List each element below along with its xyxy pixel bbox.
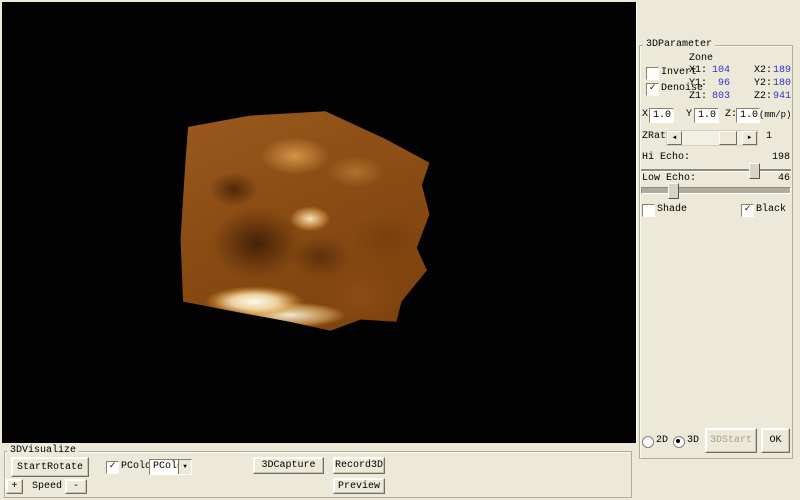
- start3d-button[interactable]: 3DStart: [705, 428, 757, 453]
- ultrasound-volume-render: [178, 109, 432, 333]
- zone-y2-value: 180: [763, 78, 791, 90]
- low-echo-slider[interactable]: [641, 183, 791, 197]
- capture3d-button[interactable]: 3DCapture: [253, 457, 324, 474]
- low-echo-thumb[interactable]: [668, 183, 679, 199]
- hi-echo-track[interactable]: [641, 169, 791, 172]
- record3d-button[interactable]: Record3D: [333, 457, 385, 474]
- zone-x2-value: 189: [763, 65, 791, 77]
- speed-plus-button[interactable]: +: [6, 479, 23, 494]
- preview-button[interactable]: Preview: [333, 478, 385, 494]
- zone-x1-value: 104: [702, 65, 730, 77]
- parameter-group-title: 3DParameter: [643, 39, 715, 51]
- shade-label: Shade: [657, 204, 687, 216]
- zone-z1-value: 803: [702, 91, 730, 103]
- pcolor-dropdown[interactable]: PColor ▼: [149, 459, 192, 475]
- pcolor-dropdown-arrow-icon[interactable]: ▼: [178, 460, 191, 474]
- black-checkbox[interactable]: ✓: [741, 204, 754, 217]
- zrate-thumb[interactable]: [719, 131, 737, 145]
- pcolor-checkbox[interactable]: ✓: [106, 461, 119, 474]
- shade-checkbox[interactable]: [642, 204, 655, 217]
- render-viewport[interactable]: [2, 2, 637, 443]
- invert-checkbox[interactable]: [646, 67, 659, 80]
- scale-x-input[interactable]: 1.0: [649, 108, 674, 123]
- visualize-group-title: 3DVisualize: [7, 445, 79, 457]
- speed-minus-button[interactable]: -: [65, 479, 87, 494]
- speed-label: Speed: [32, 481, 62, 493]
- visualize-groupbox: 3DVisualize StartRotate + Speed - ✓ PCol…: [4, 451, 632, 498]
- zone-label: Zone: [689, 53, 713, 65]
- ok-button[interactable]: OK: [761, 428, 790, 453]
- scale-y-input[interactable]: 1.0: [694, 108, 719, 123]
- app-window: 3DParameter Invert ✓ Denoise Zone X1: 10…: [0, 0, 800, 500]
- zone-z2-value: 941: [763, 91, 791, 103]
- zrate-right-arrow-icon[interactable]: ►: [742, 131, 757, 145]
- mode-3d-label: 3D: [687, 435, 699, 447]
- low-echo-track[interactable]: [641, 187, 791, 194]
- mode-2d-label: 2D: [656, 435, 668, 447]
- denoise-checkbox[interactable]: ✓: [646, 83, 659, 96]
- mode-2d-radio[interactable]: [642, 436, 654, 448]
- parameter-groupbox: 3DParameter Invert ✓ Denoise Zone X1: 10…: [639, 45, 793, 459]
- start-rotate-button[interactable]: StartRotate: [11, 457, 89, 477]
- zone-y1-value: 96: [702, 78, 730, 90]
- zrate-left-arrow-icon[interactable]: ◄: [667, 131, 682, 145]
- hi-echo-thumb[interactable]: [749, 163, 760, 179]
- scale-unit-label: (mm/p): [759, 109, 791, 121]
- mode-3d-radio[interactable]: [673, 436, 685, 448]
- scale-z-input[interactable]: 1.0: [736, 108, 760, 123]
- zrate-value: 1: [766, 131, 772, 143]
- black-label: Black: [756, 204, 786, 216]
- zrate-scrollbar[interactable]: ◄ ►: [666, 130, 758, 146]
